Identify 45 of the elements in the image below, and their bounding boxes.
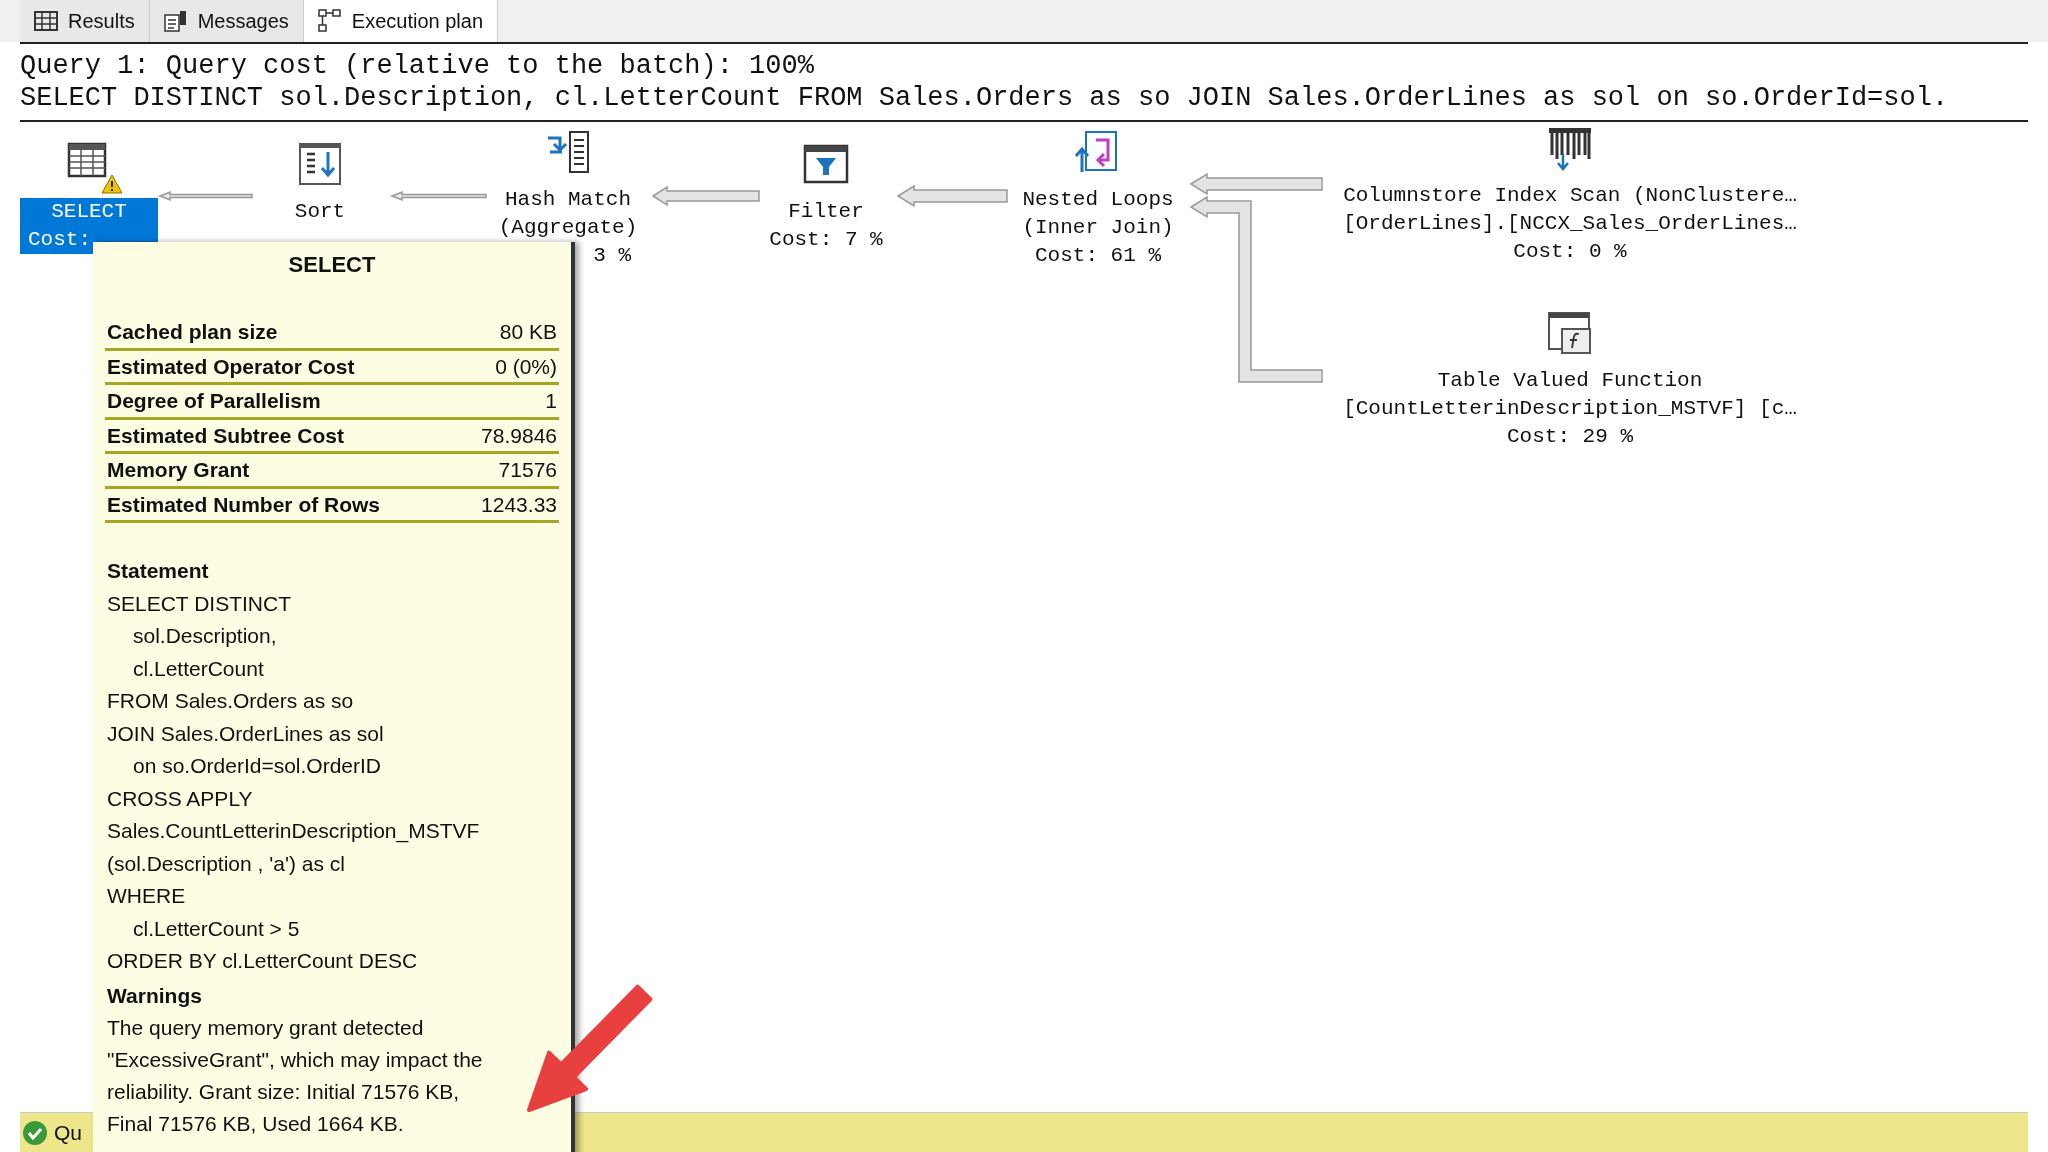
property-value: 71576: [498, 457, 557, 483]
property-value: 78.9846: [481, 422, 557, 449]
statement-line: WHERE: [107, 883, 186, 909]
operator-label[interactable]: Sort: [260, 198, 380, 226]
statement-line: CROSS APPLY: [107, 785, 253, 812]
property-value: 0 (0%): [495, 353, 557, 380]
property-label: Estimated Subtree Cost: [107, 422, 344, 449]
tab[interactable]: Messages: [149, 0, 304, 42]
statement-line: (sol.Description , 'a') as cl: [107, 850, 345, 877]
operator-label[interactable]: Table Valued Function [CountLetterinDescription_MSTVF] [c… Cost: 29 %: [1320, 367, 1820, 451]
statement-line: FROM Sales.Orders as so: [107, 688, 354, 714]
operator-label[interactable]: Nested Loops (Inner Join) Cost: 61 %: [1008, 186, 1188, 270]
statement-line: JOIN Sales.OrderLines as sol: [107, 720, 384, 747]
property-label: Memory Grant: [107, 457, 250, 483]
operator-label[interactable]: Columnstore Index Scan (NonClustere… [OrderLines].[NCCX_Sales_OrderLines… Cost: 0 %: [1320, 182, 1820, 266]
document-icon: [163, 10, 188, 32]
statement-line: sol.Description,: [133, 623, 277, 649]
function-window-icon: [1546, 309, 1594, 357]
tab[interactable]: Results: [20, 0, 150, 42]
statement-line: cl.LetterCount: [133, 655, 264, 682]
warning-message: The query memory grant detected "ExcessiveGrant", which may impact the reliability. Grant size: Initial 71576 KB, Final 71576 KB, Used 1664 KB.: [107, 1015, 484, 1137]
property-label: Degree of Parallelism: [107, 388, 321, 414]
statement-line: Sales.CountLetterinDescription_MSTVF: [107, 818, 480, 845]
tooltip-title: SELECT: [288, 251, 376, 279]
grid-icon: [34, 11, 58, 31]
property-value: 80 KB: [499, 319, 557, 345]
query-cost-line: Query 1: Query cost (relative to the batch): 100%: [20, 50, 815, 82]
property-label: Estimated Number of Rows: [107, 491, 381, 518]
property-label: Cached plan size: [107, 319, 278, 345]
tab[interactable]: Execution plan: [303, 0, 499, 42]
operator-label[interactable]: Filter Cost: 7 %: [756, 198, 896, 254]
property-value: 1243.33: [481, 491, 557, 518]
statement-line: cl.LetterCount > 5: [133, 915, 300, 942]
operator-label[interactable]: SELECT Cost:: [20, 198, 158, 254]
statement-line: on so.OrderId=sol.OrderID: [133, 753, 382, 779]
section-heading: Statement: [107, 558, 210, 584]
sort-icon: [296, 140, 344, 188]
section-heading: Warnings: [107, 982, 203, 1009]
statement-line: SELECT DISTINCT: [107, 590, 291, 617]
property-label: Estimated Operator Cost: [107, 353, 355, 380]
statement-line: ORDER BY cl.LetterCount DESC: [107, 948, 418, 974]
plan-icon: [317, 9, 342, 33]
property-value: 1: [545, 388, 557, 414]
status-text: Qu: [54, 1119, 82, 1146]
query-statement: SELECT DISTINCT sol.Description, cl.LetterCount FROM Sales.Orders as so JOIN Sales.OrderLines as sol on so.OrderId=sol.: [20, 82, 1950, 114]
